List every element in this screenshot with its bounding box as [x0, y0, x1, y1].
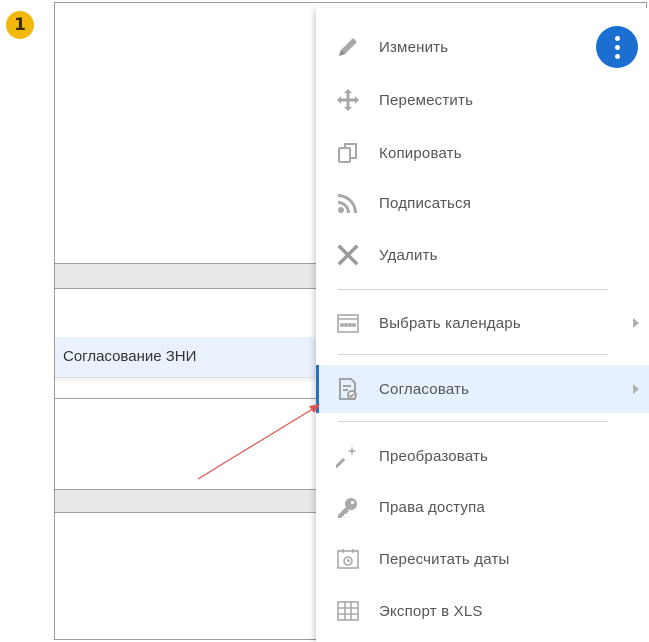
more-vertical-icon-dot — [614, 44, 620, 50]
menu-item-label: Копировать — [379, 144, 462, 162]
menu-item-label: Преобразовать — [379, 447, 489, 465]
menu-item-move[interactable]: Переместить — [316, 76, 649, 124]
copy-icon — [334, 139, 362, 167]
menu-item-recalculate-dates[interactable]: Пересчитать даты — [316, 535, 649, 583]
menu-separator — [338, 289, 608, 290]
approve-icon — [334, 375, 362, 403]
menu-item-label: Пересчитать даты — [379, 550, 510, 568]
menu-item-subscribe[interactable]: Подписаться — [316, 179, 649, 227]
move-icon — [334, 86, 362, 114]
menu-item-transform[interactable]: Преобразовать — [316, 432, 649, 480]
close-icon — [334, 241, 362, 269]
menu-item-label: Подписаться — [379, 194, 472, 212]
menu-item-label: Удалить — [379, 246, 438, 264]
menu-separator — [338, 354, 608, 355]
menu-item-access-rights[interactable]: Права доступа — [316, 483, 649, 531]
more-vertical-icon-dot — [614, 35, 620, 41]
menu-item-select-calendar[interactable]: Выбрать календарь — [316, 299, 649, 347]
context-menu: Изменить Переместить Копировать Подписат… — [316, 8, 649, 642]
approval-row-label: Согласование ЗНИ — [63, 348, 197, 365]
pencil-icon — [334, 33, 362, 61]
menu-item-label: Переместить — [379, 91, 474, 109]
menu-item-label: Права доступа — [379, 498, 485, 516]
submenu-arrow-icon — [633, 318, 639, 328]
submenu-arrow-icon — [633, 384, 639, 394]
menu-item-approve[interactable]: Согласовать — [316, 365, 649, 413]
calendar-icon — [334, 309, 362, 337]
menu-item-export-xls[interactable]: Экспорт в XLS — [316, 587, 649, 635]
step-number-badge: 1 — [6, 11, 34, 39]
menu-item-delete[interactable]: Удалить — [316, 231, 649, 279]
menu-item-copy[interactable]: Копировать — [316, 129, 649, 177]
menu-separator — [338, 421, 608, 422]
menu-item-label: Выбрать календарь — [379, 314, 521, 332]
menu-item-label: Согласовать — [379, 380, 470, 398]
recalc-dates-icon — [334, 545, 362, 573]
more-vertical-button[interactable] — [596, 26, 638, 68]
menu-item-label: Экспорт в XLS — [379, 602, 483, 620]
menu-item-label: Изменить — [379, 38, 449, 56]
more-vertical-icon-dot — [614, 53, 620, 59]
rss-icon — [334, 189, 362, 217]
key-icon — [334, 493, 362, 521]
magic-wand-icon — [334, 442, 362, 470]
table-icon — [334, 597, 362, 625]
